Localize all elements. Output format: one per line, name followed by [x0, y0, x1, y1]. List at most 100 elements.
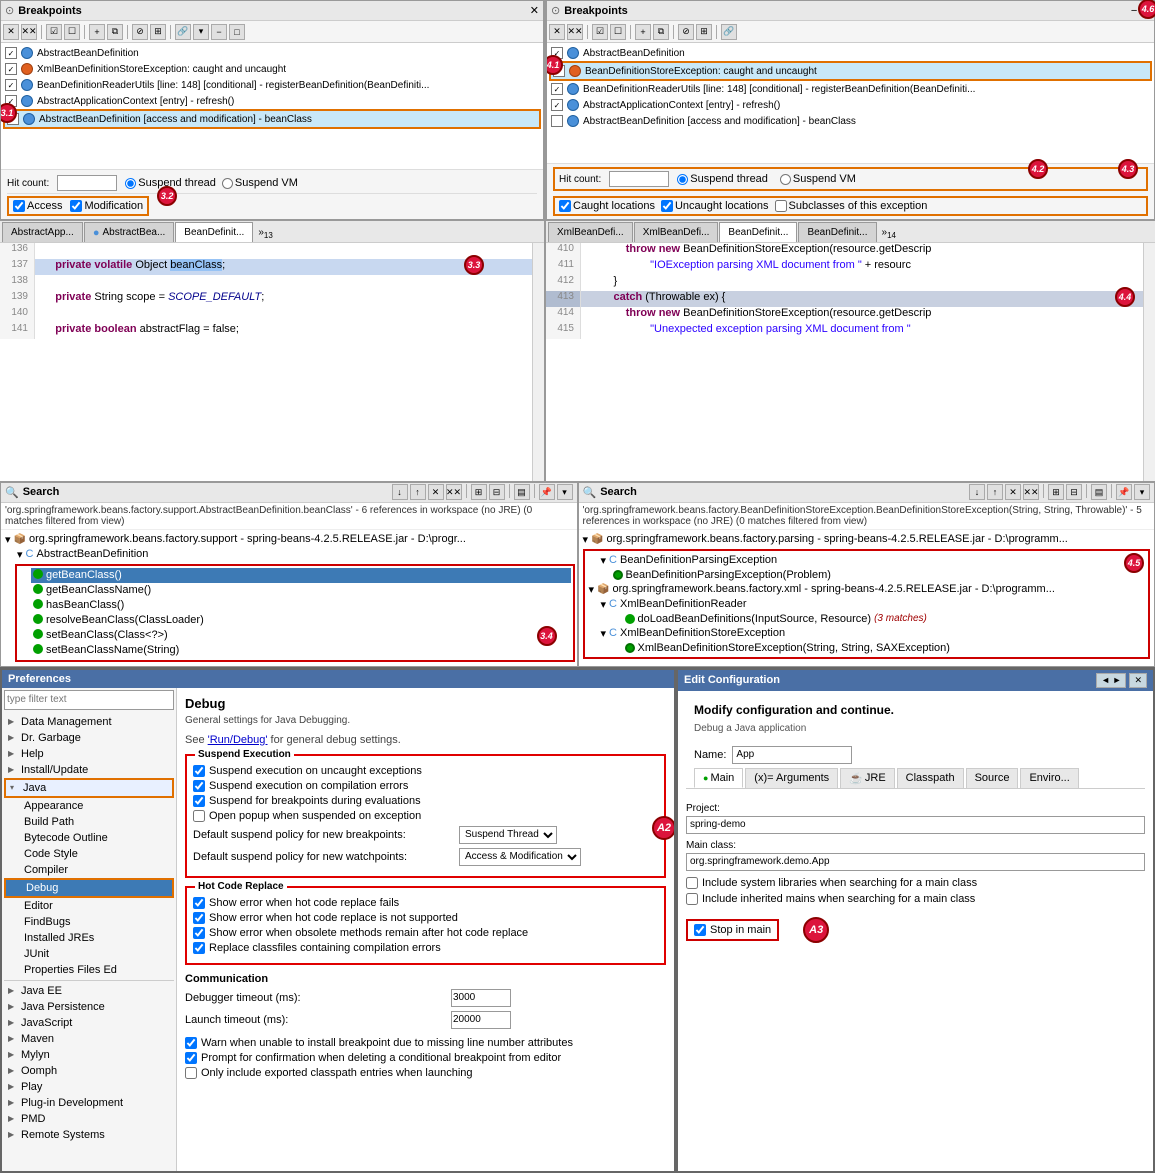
search-tb-btn[interactable]: ✕✕ [446, 484, 462, 500]
subclasses-checkbox[interactable] [775, 200, 787, 212]
prefs-item-maven[interactable]: ▶ Maven [4, 1031, 174, 1047]
rs-nav-btn[interactable]: ▾ [1134, 484, 1150, 500]
prefs-item-java[interactable]: ▾ Java [4, 778, 174, 798]
default-suspend-select[interactable]: Suspend Thread Suspend VM [459, 826, 557, 844]
ec-tab-main[interactable]: ● Main [694, 768, 743, 788]
tb-skip[interactable]: ⊘ [132, 24, 148, 40]
prefs-item-build-path[interactable]: Build Path [4, 814, 174, 830]
uncaught-checkbox[interactable] [661, 200, 673, 212]
warn-breakpoint-cb[interactable] [185, 1037, 197, 1049]
tb-enable[interactable]: ☑ [46, 24, 62, 40]
hcr-compile-cb[interactable] [193, 942, 205, 954]
scrollbar-r[interactable] [1143, 243, 1155, 481]
tb-add-r[interactable]: + [635, 24, 651, 40]
prefs-item-remote-systems[interactable]: ▶ Remote Systems [4, 1127, 174, 1143]
tree-method[interactable]: doLoadBeanDefinitions(InputSource, Resou… [623, 612, 1147, 626]
caught-checkbox[interactable] [559, 200, 571, 212]
ec-tab-enviro[interactable]: Enviro... [1020, 768, 1078, 788]
uncaught-exceptions-cb[interactable] [193, 765, 205, 777]
hcr-fail-cb[interactable] [193, 897, 205, 909]
right-tab-2[interactable]: XmlBeanDefi... [634, 222, 719, 242]
tree-pkg2[interactable]: ▾ 📦 org.springframework.beans.factory.xm… [587, 582, 1147, 597]
tb-disable[interactable]: ☐ [64, 24, 80, 40]
prefs-item-help[interactable]: ▶ Help [4, 746, 174, 762]
bp-checkbox[interactable] [5, 79, 17, 91]
prefs-item-bytecode-outline[interactable]: Bytecode Outline [4, 830, 174, 846]
rs-layout-btn[interactable]: ▤ [1091, 484, 1107, 500]
rs-tb-btn[interactable]: ↓ [969, 484, 985, 500]
left-tab-2[interactable]: ●AbstractBea... [84, 222, 174, 242]
prefs-item-java-persistence[interactable]: ▶ Java Persistence [4, 999, 174, 1015]
right-tab-3[interactable]: BeanDefinit... [719, 222, 797, 242]
prefs-item-dr-garbage[interactable]: ▶ Dr. Garbage [4, 730, 174, 746]
scrollbar[interactable] [532, 243, 544, 481]
prefs-item-junit[interactable]: JUnit [4, 946, 174, 962]
tree-xmlstoreex[interactable]: ▾ C XmlBeanDefinitionStoreException [599, 626, 1147, 641]
search-tb-btn[interactable]: ↑ [410, 484, 426, 500]
tb-skip-r[interactable]: ⊘ [678, 24, 694, 40]
debugger-timeout-input[interactable] [451, 989, 511, 1007]
rs-tb-btn[interactable]: ↑ [987, 484, 1003, 500]
prefs-item-code-style[interactable]: Code Style [4, 846, 174, 862]
bp-checkbox[interactable] [5, 63, 17, 75]
tb-enable-r[interactable]: ☑ [592, 24, 608, 40]
tree-root[interactable]: ▾ 📦 org.springframework.beans.factory.su… [3, 532, 575, 547]
prefs-item-installed-jres[interactable]: Installed JREs [4, 930, 174, 946]
bp-item-r[interactable]: AbstractApplicationContext [entry] - ref… [549, 97, 1152, 113]
ec-tab-classpath[interactable]: Classpath [897, 768, 964, 788]
ec-mainclass-input[interactable] [686, 853, 1145, 871]
prefs-item-play[interactable]: ▶ Play [4, 1079, 174, 1095]
hcr-notsupported-cb[interactable] [193, 912, 205, 924]
prefs-item-findbugs[interactable]: FindBugs [4, 914, 174, 930]
prefs-item-data-management[interactable]: ▶ Data Management [4, 714, 174, 730]
tb-disable-r[interactable]: ☐ [610, 24, 626, 40]
prefs-item-compiler[interactable]: Compiler [4, 862, 174, 878]
search-tb-btn[interactable]: ⊟ [489, 484, 505, 500]
access-checkbox[interactable] [13, 200, 25, 212]
bp-checkbox-r[interactable] [551, 99, 563, 111]
open-popup-cb[interactable] [193, 810, 205, 822]
prefs-filter-input[interactable] [4, 690, 174, 710]
search-tb-btn[interactable]: ✕ [428, 484, 444, 500]
confirm-delete-cb[interactable] [185, 1052, 197, 1064]
tb-remove-all-r[interactable]: ✕✕ [567, 24, 583, 40]
tb-remove[interactable]: ✕ [3, 24, 19, 40]
include-system-cb[interactable] [686, 877, 698, 889]
prefs-item-install-update[interactable]: ▶ Install/Update [4, 762, 174, 778]
method-item[interactable]: setBeanClass(Class<?>) [31, 628, 571, 643]
bp-checkbox-r[interactable] [551, 83, 563, 95]
tb-layout-r[interactable]: ⊞ [696, 24, 712, 40]
left-tab-3[interactable]: BeanDefinit... [175, 222, 253, 242]
prefs-item-pmd[interactable]: ▶ PMD [4, 1111, 174, 1127]
search-nav-btn[interactable]: ▾ [557, 484, 573, 500]
tree-class-r[interactable]: ▾ C BeanDefinitionParsingException [599, 553, 1147, 568]
prefs-item-properties[interactable]: Properties Files Ed [4, 962, 174, 978]
bp-checkbox[interactable] [5, 47, 17, 59]
breakpoints-eval-cb[interactable] [193, 795, 205, 807]
prefs-item-appearance[interactable]: Appearance [4, 798, 174, 814]
tb-link[interactable]: 🔗 [175, 24, 191, 40]
tb-remove-r[interactable]: ✕ [549, 24, 565, 40]
search-pin-btn[interactable]: 📌 [539, 484, 555, 500]
tb-copy[interactable]: ⧉ [107, 24, 123, 40]
rs-pin-btn[interactable]: 📌 [1116, 484, 1132, 500]
prefs-item-plugin-dev[interactable]: ▶ Plug-in Development [4, 1095, 174, 1111]
right-tab-1[interactable]: XmlBeanDefi... [548, 222, 633, 242]
suspend-vm-radio-r[interactable] [780, 174, 791, 185]
ec-name-input[interactable] [732, 746, 852, 764]
run-debug-link[interactable]: 'Run/Debug' [208, 734, 268, 746]
bp-item-r[interactable]: BeanDefinitionReaderUtils [line: 148] [c… [549, 81, 1152, 97]
method-item[interactable]: hasBeanClass() [31, 598, 571, 613]
search-tb-btn[interactable]: ⊞ [471, 484, 487, 500]
prefs-item-java-ee[interactable]: ▶ Java EE [4, 983, 174, 999]
method-item[interactable]: resolveBeanClass(ClassLoader) [31, 613, 571, 628]
method-item[interactable]: getBeanClass() [31, 568, 571, 583]
tb-min[interactable]: − [211, 24, 227, 40]
tb-link-r[interactable]: 🔗 [721, 24, 737, 40]
right-tab-4[interactable]: BeanDefinit... [798, 222, 876, 242]
left-tab-more[interactable]: »13 [254, 225, 276, 242]
tree-xmlreader[interactable]: ▾ C XmlBeanDefinitionReader [599, 597, 1147, 612]
bp-checkbox-r[interactable] [551, 115, 563, 127]
tree-pkg1[interactable]: ▾ 📦 org.springframework.beans.factory.pa… [581, 532, 1153, 547]
ec-tab-source[interactable]: Source [966, 768, 1019, 788]
